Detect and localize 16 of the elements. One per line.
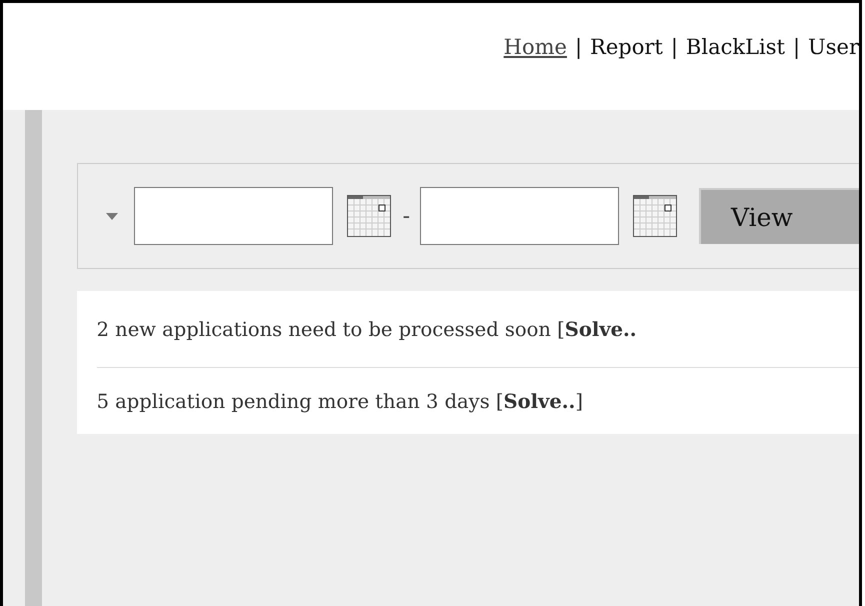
nav-link[interactable]: Home [504,35,567,59]
nav-separator: | [670,35,678,59]
calendar-icon[interactable] [346,195,391,237]
nav-separator: | [792,35,800,59]
view-button[interactable]: View [699,188,859,244]
nav-separator: | [574,35,582,59]
date-input-field[interactable] [420,187,619,245]
nav-link[interactable]: Report [590,35,663,59]
notice-text: 2 new applications need to be processed soon [Solve.. [96,318,637,340]
nav-link[interactable]: BlackList [686,35,785,59]
nav-link[interactable]: User [808,35,859,59]
calendar-icon[interactable] [633,195,677,237]
date-input-field[interactable] [134,187,333,245]
notice-text: 5 application pending more than 3 days [Solve..] [96,390,583,412]
caret-icon[interactable] [106,212,118,220]
range-separator: - [402,204,410,228]
